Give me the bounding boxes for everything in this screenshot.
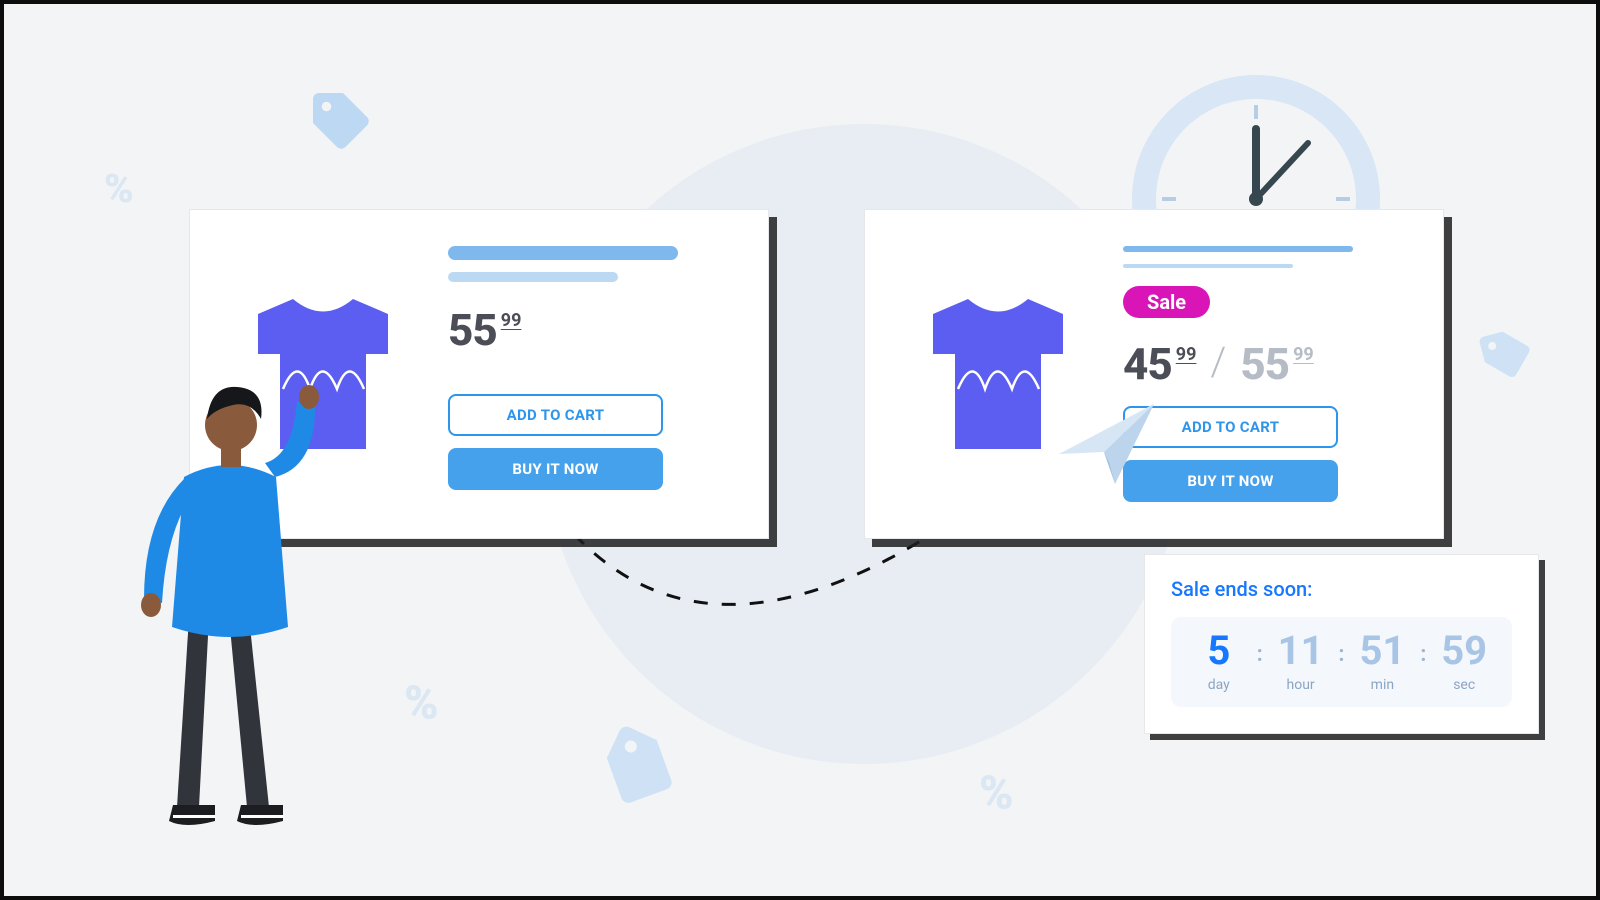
tag-icon — [579, 709, 699, 829]
sale-price-main: 45 — [1123, 342, 1172, 386]
countdown-hour-value: 11 — [1263, 631, 1339, 671]
add-to-cart-button[interactable]: ADD TO CART — [448, 394, 663, 436]
buy-now-button[interactable]: BUY IT NOW — [448, 448, 663, 490]
paper-plane-icon — [1059, 404, 1154, 488]
countdown-min-label: min — [1345, 677, 1421, 693]
countdown-min: 51 min — [1345, 631, 1421, 693]
product-card-after: Sale 45 99 / 55 99 ADD TO CART BUY IT NO… — [864, 209, 1444, 539]
countdown-hour: 11 hour — [1263, 631, 1339, 693]
title-placeholder — [1123, 246, 1353, 252]
countdown-panel: Sale ends soon: 5 day : 11 hour : 51 min… — [1144, 554, 1539, 734]
tag-icon — [1469, 317, 1542, 390]
countdown-day-label: day — [1181, 677, 1257, 693]
buy-now-button[interactable]: BUY IT NOW — [1123, 460, 1338, 502]
sale-price-cents: 99 — [1176, 344, 1197, 365]
subtitle-placeholder — [1123, 264, 1293, 268]
price-main: 55 — [448, 308, 497, 352]
orig-price-cents: 99 — [1293, 344, 1314, 386]
percent-icon: % — [979, 764, 1035, 820]
percent-icon: % — [404, 674, 460, 730]
countdown-sec-value: 59 — [1426, 631, 1502, 671]
countdown-hour-label: hour — [1263, 677, 1339, 693]
countdown-day: 5 day — [1181, 631, 1257, 693]
person-illustration — [129, 367, 349, 841]
sale-badge: Sale — [1123, 286, 1210, 318]
percent-icon: % — [104, 164, 152, 212]
countdown-timer: 5 day : 11 hour : 51 min : 59 sec — [1171, 617, 1512, 707]
price: 45 99 / 55 99 — [1123, 342, 1403, 386]
price-separator: / — [1210, 342, 1226, 382]
price: 55 99 — [448, 308, 728, 352]
countdown-day-value: 5 — [1181, 631, 1257, 671]
countdown-sec-label: sec — [1426, 677, 1502, 693]
countdown-min-value: 51 — [1345, 631, 1421, 671]
add-to-cart-button[interactable]: ADD TO CART — [1123, 406, 1338, 448]
svg-text:%: % — [404, 676, 439, 730]
countdown-sec: 59 sec — [1426, 631, 1502, 693]
orig-price-main: 55 — [1240, 342, 1289, 386]
countdown-title: Sale ends soon: — [1171, 577, 1512, 601]
svg-text:%: % — [979, 766, 1014, 820]
title-placeholder — [448, 246, 678, 260]
tag-icon — [304, 84, 376, 156]
subtitle-placeholder — [448, 272, 618, 282]
price-cents: 99 — [501, 310, 522, 331]
svg-text:%: % — [104, 165, 134, 212]
